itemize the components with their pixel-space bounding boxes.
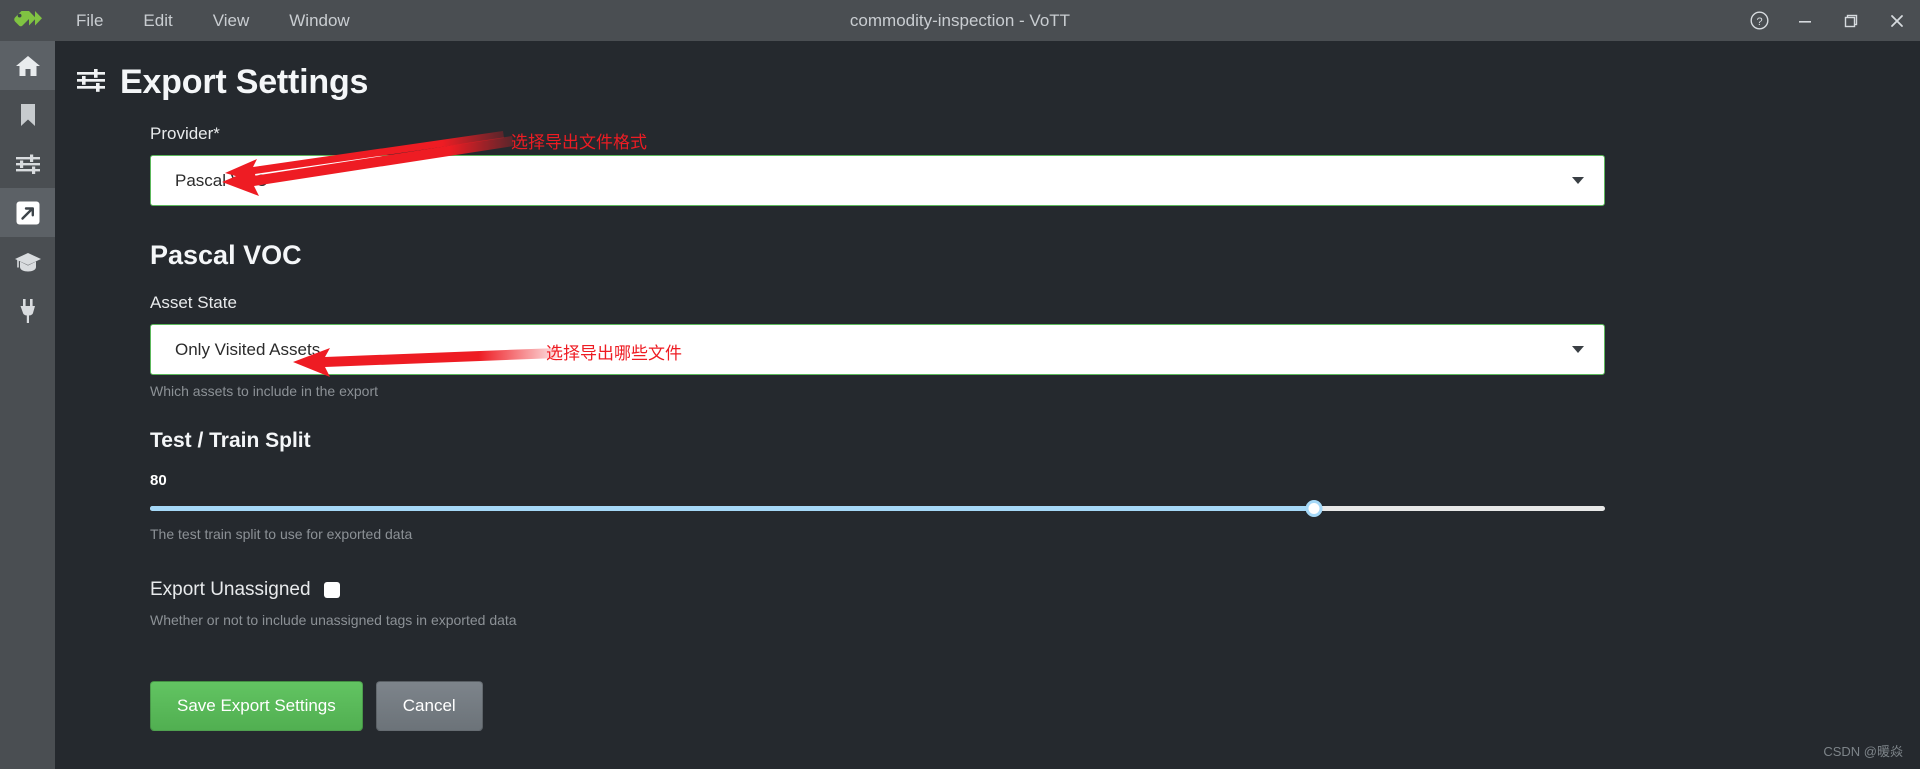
menu-file[interactable]: File xyxy=(56,0,123,41)
window-controls: ? xyxy=(1736,0,1920,41)
asset-state-selected-value: Only Visited Assets xyxy=(175,339,321,359)
main-content: Export Settings Provider* Pascal VOC Pas… xyxy=(55,41,1920,769)
export-unassigned-row: Export Unassigned xyxy=(150,579,1920,601)
provider-select[interactable]: Pascal VOC xyxy=(150,155,1605,206)
asset-state-label: Asset State xyxy=(150,293,237,312)
menu-edit[interactable]: Edit xyxy=(123,0,192,41)
sidebar-item-tags[interactable] xyxy=(0,90,55,139)
asset-state-select[interactable]: Only Visited Assets xyxy=(150,324,1605,375)
sidebar-item-settings[interactable] xyxy=(0,139,55,188)
slider-handle[interactable] xyxy=(1305,500,1323,517)
save-export-settings-button[interactable]: Save Export Settings xyxy=(150,681,363,731)
slider-fill xyxy=(150,506,1314,511)
split-slider[interactable] xyxy=(150,500,1605,517)
watermark: CSDN @暖焱 xyxy=(1823,744,1903,759)
sliders-icon xyxy=(15,153,41,175)
page-header: Export Settings xyxy=(55,41,1920,102)
export-unassigned-helper: Whether or not to include unassigned tag… xyxy=(150,612,517,628)
close-icon[interactable] xyxy=(1874,0,1920,41)
split-value: 80 xyxy=(150,472,167,489)
form-actions: Save Export Settings Cancel xyxy=(150,681,1920,731)
sidebar xyxy=(0,41,55,769)
export-arrow-icon xyxy=(15,200,41,226)
cancel-button[interactable]: Cancel xyxy=(375,681,483,731)
svg-text:?: ? xyxy=(1756,16,1762,28)
chevron-down-icon xyxy=(1572,346,1584,353)
minimize-icon[interactable] xyxy=(1782,0,1828,41)
sliders-icon xyxy=(76,67,106,98)
export-settings-form: Provider* Pascal VOC Pascal VOC Asset St… xyxy=(55,102,1920,731)
provider-selected-value: Pascal VOC xyxy=(175,170,268,190)
sidebar-item-home[interactable] xyxy=(0,41,55,90)
vott-tag-logo-icon xyxy=(0,0,56,41)
title-bar: File Edit View Window commodity-inspecti… xyxy=(0,0,1920,41)
sidebar-item-training[interactable] xyxy=(0,237,55,286)
export-unassigned-label: Export Unassigned xyxy=(150,579,311,600)
help-icon[interactable]: ? xyxy=(1736,0,1782,41)
home-icon xyxy=(15,54,41,78)
menu-view[interactable]: View xyxy=(193,0,270,41)
menu-window[interactable]: Window xyxy=(269,0,369,41)
split-label: Test / Train Split xyxy=(150,429,311,452)
graduation-cap-icon xyxy=(14,251,42,273)
split-helper: The test train split to use for exported… xyxy=(150,526,413,542)
export-unassigned-checkbox[interactable] xyxy=(323,582,340,598)
plug-icon xyxy=(17,298,39,324)
page-title: Export Settings xyxy=(120,63,369,101)
restore-icon[interactable] xyxy=(1828,0,1874,41)
sidebar-item-connections[interactable] xyxy=(0,286,55,335)
provider-label: Provider* xyxy=(150,124,220,143)
section-title: Pascal VOC xyxy=(150,240,302,270)
chevron-down-icon xyxy=(1572,177,1584,184)
asset-state-helper: Which assets to include in the export xyxy=(150,383,379,399)
sidebar-item-export[interactable] xyxy=(0,188,55,237)
bookmark-icon xyxy=(19,103,37,127)
